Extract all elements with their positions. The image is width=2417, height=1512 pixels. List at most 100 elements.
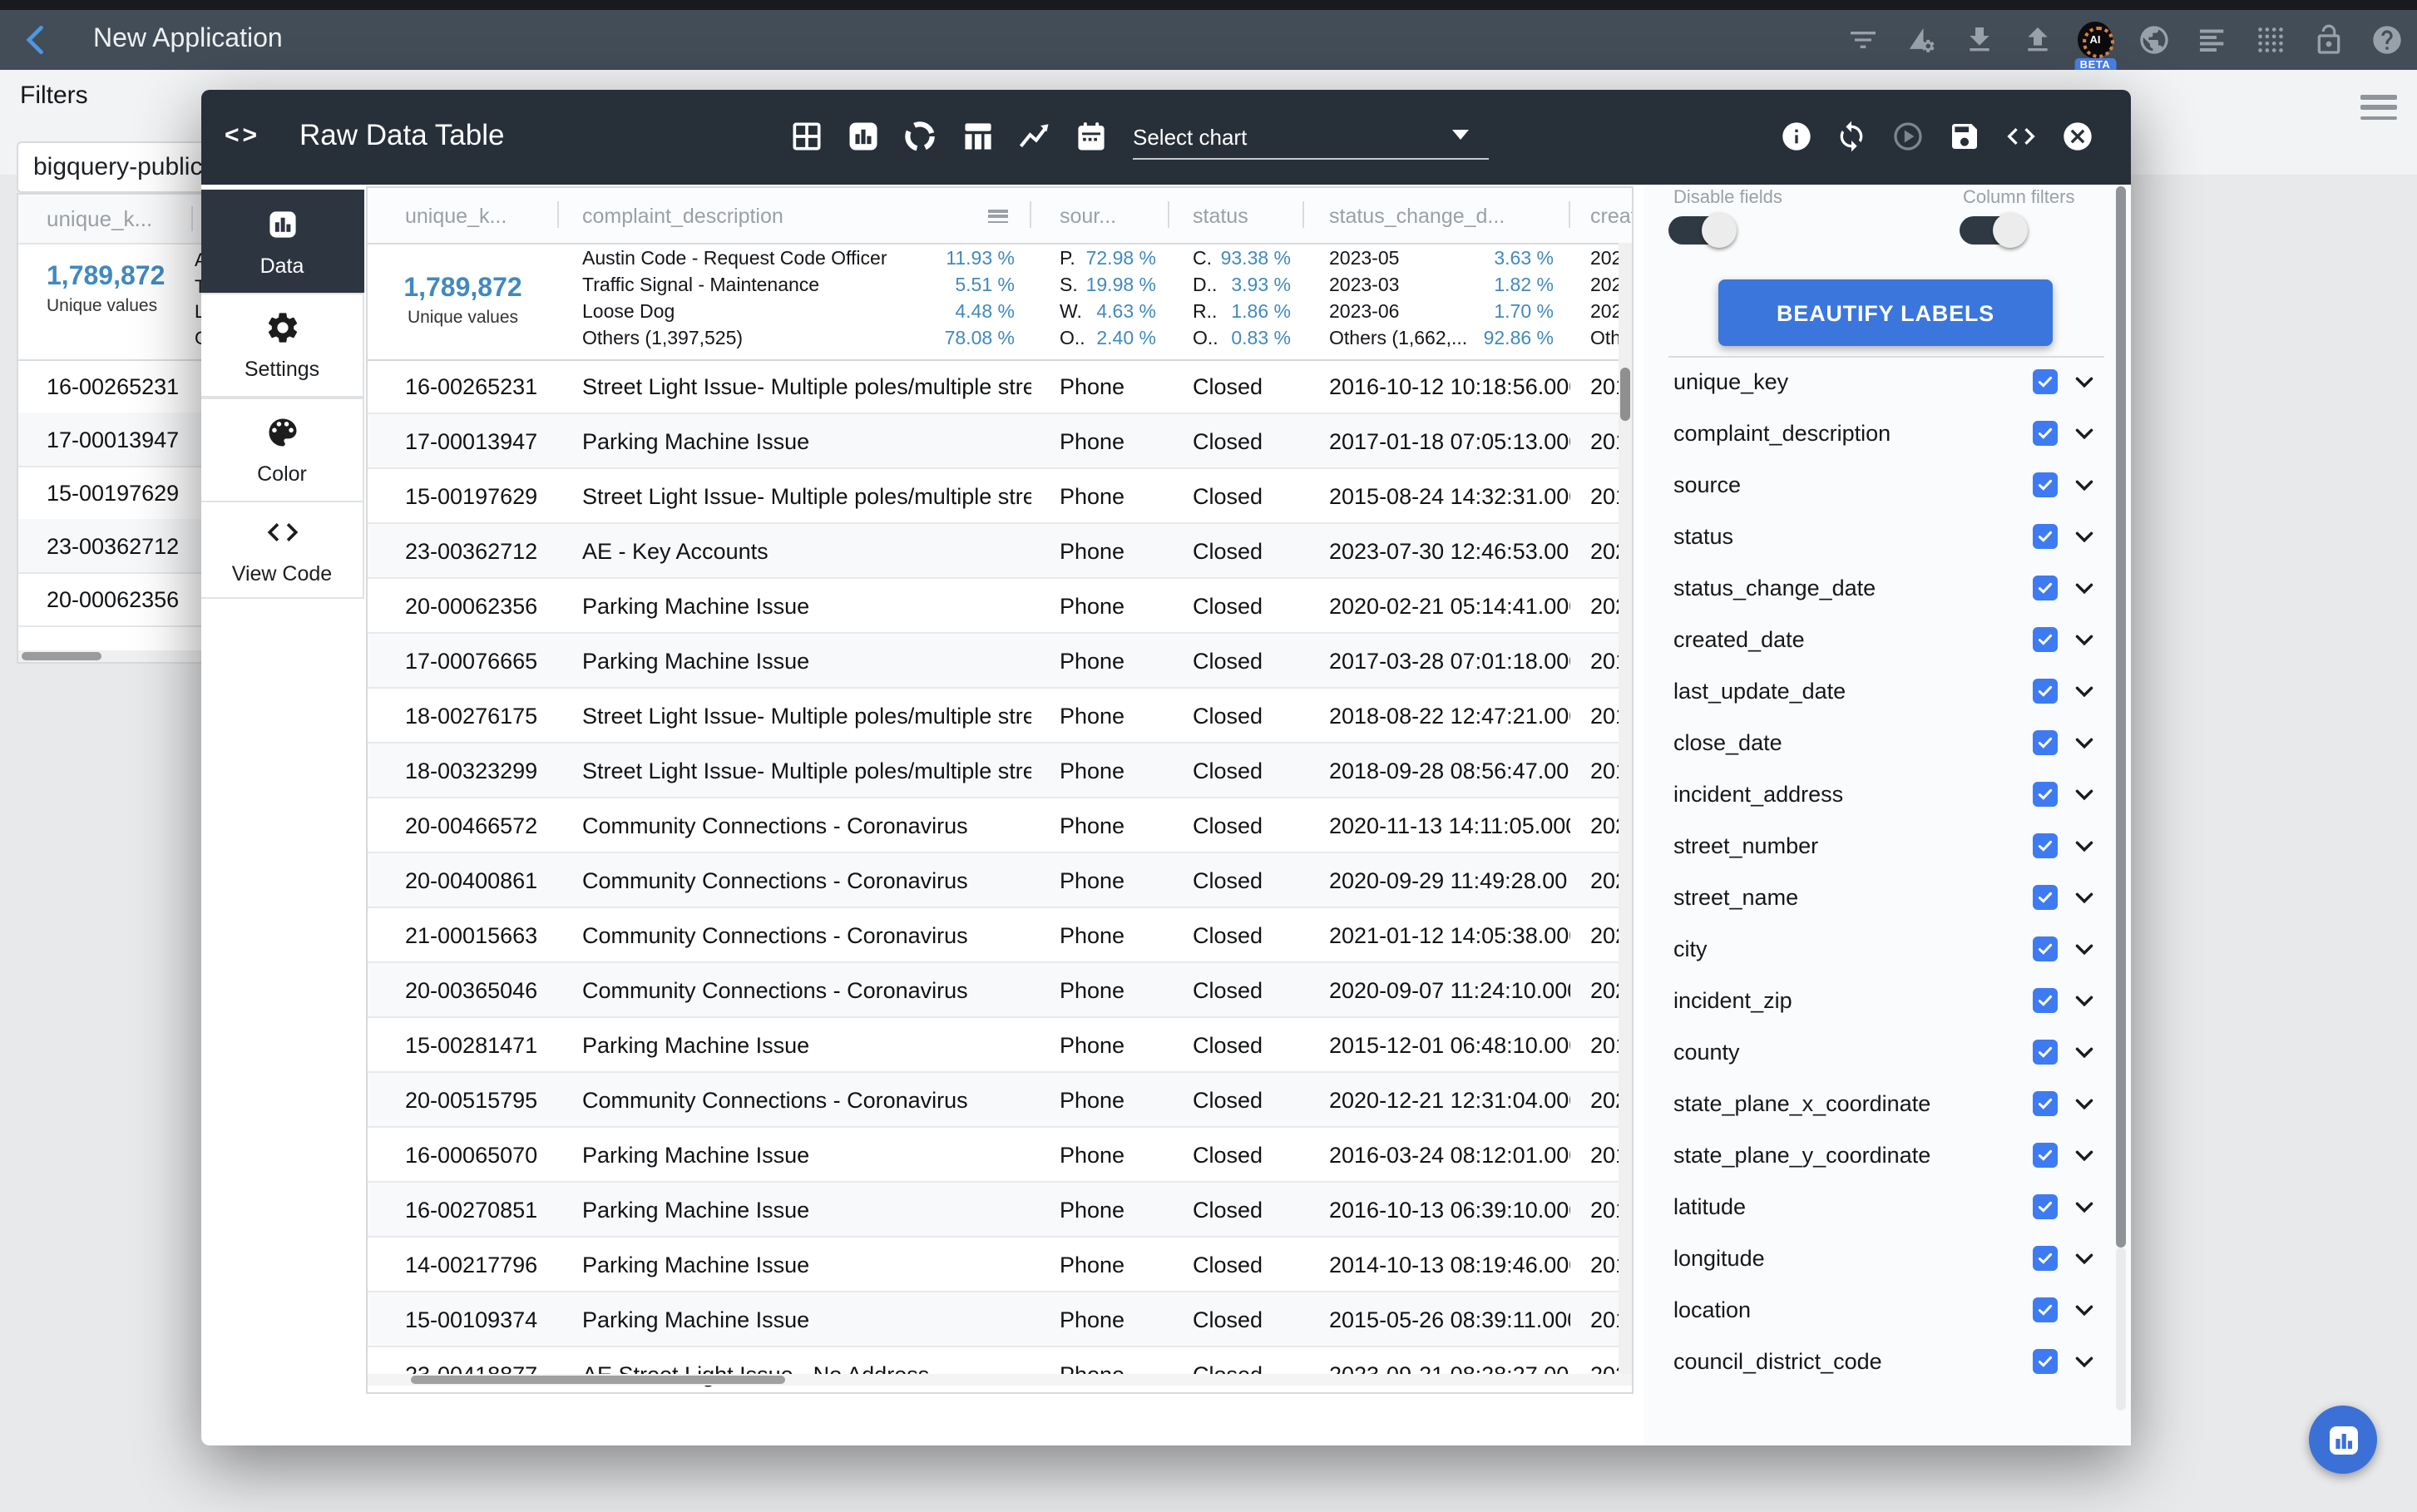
download-icon[interactable] [1961,22,1996,57]
scrollbar-thumb[interactable] [410,1376,784,1384]
refresh-icon[interactable] [1835,120,1868,153]
tab-data[interactable]: Data [201,190,364,294]
table-row[interactable]: 20-00515795Community Connections - Coron… [367,1073,1631,1128]
table-row[interactable]: 18-00323299Street Light Issue- Multiple … [367,744,1631,798]
code-icon[interactable] [2004,120,2038,153]
field-checkbox[interactable] [2033,1143,2058,1168]
table-cell: 2016-10-12 10:18:56.000 [1304,359,1570,413]
table-header-row[interactable]: unique_k... complaint_description sour..… [367,188,1631,245]
field-checkbox[interactable] [2033,1040,2058,1065]
column-chart-icon[interactable] [960,118,996,155]
chevron-down-icon[interactable] [2073,834,2096,857]
filter-icon[interactable] [1845,22,1880,57]
donut-chart-icon[interactable] [902,118,938,155]
column-menu-icon[interactable] [988,210,1008,223]
field-checkbox[interactable] [2033,988,2058,1013]
table-row[interactable]: 16-00065070Parking Machine IssuePhoneClo… [367,1128,1631,1183]
globe-icon[interactable] [2136,22,2171,57]
chart-settings-icon[interactable] [1903,22,1938,57]
scrollbar-thumb[interactable] [2116,186,2126,1248]
chevron-down-icon[interactable] [2073,473,2096,497]
table-row[interactable]: 20-00400861Community Connections - Coron… [367,853,1631,908]
table-row[interactable]: 16-00265231Street Light Issue- Multiple … [367,359,1631,414]
table-row[interactable]: 15-00281471Parking Machine IssuePhoneClo… [367,1018,1631,1073]
align-lines-icon[interactable] [2194,22,2229,57]
table-grid-icon[interactable] [788,118,825,155]
scrollbar-thumb[interactable] [1619,368,1629,421]
field-checkbox[interactable] [2033,421,2058,446]
chevron-down-icon[interactable] [2073,783,2096,806]
chevron-down-icon[interactable] [2073,679,2096,703]
table-row[interactable]: 21-00015663Community Connections - Coron… [367,908,1631,963]
field-checkbox[interactable] [2033,1297,2058,1322]
field-checkbox[interactable] [2033,885,2058,910]
field-checkbox[interactable] [2033,1246,2058,1271]
table-row[interactable]: 14-00217796Parking Machine IssuePhoneClo… [367,1238,1631,1292]
field-checkbox[interactable] [2033,679,2058,704]
upload-icon[interactable] [2019,22,2054,57]
table-row[interactable]: 15-00197629Street Light Issue- Multiple … [367,469,1631,524]
line-chart-icon[interactable] [1016,118,1053,155]
disable-fields-toggle[interactable] [1668,216,1732,245]
select-chart-dropdown[interactable]: Select chart [1133,123,1489,153]
chart-fab-button[interactable] [2309,1406,2377,1474]
beautify-labels-button[interactable]: BEAUTIFY LABELS [1718,279,2053,346]
chevron-down-icon[interactable] [2073,370,2096,393]
field-checkbox[interactable] [2033,833,2058,858]
bar-chart-icon[interactable] [845,118,882,155]
code-toggle-icon[interactable]: <> [225,121,260,150]
help-icon[interactable] [2369,22,2404,57]
close-icon[interactable] [2061,120,2094,153]
chevron-down-icon[interactable] [2073,525,2096,548]
back-chevron-icon[interactable] [18,22,55,58]
field-checkbox[interactable] [2033,369,2058,394]
chevron-down-icon[interactable] [2073,731,2096,754]
field-checkbox[interactable] [2033,524,2058,549]
chevron-down-icon[interactable] [2073,1195,2096,1218]
chevron-down-icon[interactable] [2073,1144,2096,1167]
chevron-down-icon[interactable] [2073,937,2096,961]
table-row[interactable]: 20-00466572Community Connections - Coron… [367,798,1631,853]
field-checkbox[interactable] [2033,472,2058,497]
field-checkbox[interactable] [2033,576,2058,600]
table-row[interactable]: 17-00013947Parking Machine IssuePhoneClo… [367,414,1631,469]
table-row[interactable]: 15-00109374Parking Machine IssuePhoneClo… [367,1292,1631,1347]
chevron-down-icon[interactable] [2073,576,2096,600]
chevron-down-icon[interactable] [2073,1247,2096,1270]
table-row[interactable]: 17-00076665Parking Machine IssuePhoneClo… [367,634,1631,689]
hamburger-icon[interactable] [2360,95,2397,120]
table-row[interactable]: 23-00418877AE Street Light Issue - No Ad… [367,1347,1631,1394]
chevron-down-icon[interactable] [2073,1092,2096,1115]
table-row[interactable]: 18-00276175Street Light Issue- Multiple … [367,689,1631,744]
chevron-down-icon[interactable] [2073,1350,2096,1373]
dots-grid-icon[interactable] [2252,22,2287,57]
save-icon[interactable] [1948,120,1981,153]
calendar-icon[interactable] [1073,118,1110,155]
table-row[interactable]: 20-00062356Parking Machine IssuePhoneClo… [367,579,1631,634]
column-filters-toggle[interactable] [1960,216,2023,245]
tab-color[interactable]: Color [201,398,364,502]
table-row[interactable]: 16-00270851Parking Machine IssuePhoneClo… [367,1183,1631,1238]
chevron-down-icon[interactable] [2073,1040,2096,1064]
field-checkbox[interactable] [2033,1349,2058,1374]
field-checkbox[interactable] [2033,782,2058,807]
chevron-down-icon[interactable] [2073,422,2096,445]
scrollbar-thumb[interactable] [22,652,101,660]
chevron-down-icon[interactable] [2073,628,2096,651]
field-checkbox[interactable] [2033,730,2058,755]
chevron-down-icon[interactable] [2073,1298,2096,1322]
chevron-down-icon[interactable] [2073,989,2096,1012]
tab-settings[interactable]: Settings [201,293,364,398]
field-checkbox[interactable] [2033,627,2058,652]
tab-view-code[interactable]: View Code [201,501,364,599]
lock-open-icon[interactable] [2311,22,2345,57]
field-checkbox[interactable] [2033,1091,2058,1116]
table-row[interactable]: 20-00365046Community Connections - Coron… [367,963,1631,1018]
field-checkbox[interactable] [2033,936,2058,961]
chevron-down-icon[interactable] [2073,886,2096,909]
table-row[interactable]: 23-00362712AE - Key AccountsPhoneClosed2… [367,524,1631,579]
field-checkbox[interactable] [2033,1194,2058,1219]
info-icon[interactable] [1780,120,1813,153]
play-icon[interactable] [1891,120,1925,153]
ai-logo-icon[interactable]: AI BETA [2078,22,2113,57]
